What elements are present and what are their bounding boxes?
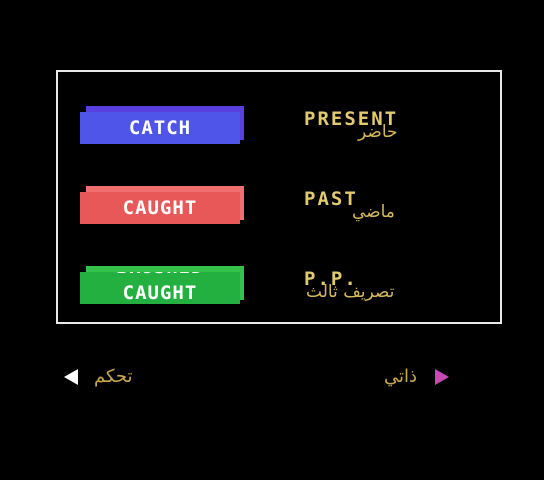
past-arabic-label: ماضي xyxy=(352,202,395,222)
pp-arabic-label: تصريف ثالث xyxy=(306,282,395,302)
present-verb-button[interactable]: CATCH xyxy=(80,112,240,144)
present-verb-card[interactable]: CATCH xyxy=(80,106,246,144)
past-verb-button[interactable]: CAUGHT xyxy=(80,192,240,224)
control-label: تحكم xyxy=(94,366,133,387)
past-verb-label: CAUGHT xyxy=(122,197,198,219)
right-arrow-icon[interactable] xyxy=(435,368,450,385)
present-arabic-label: حاضر xyxy=(358,122,398,142)
auto-nav[interactable]: ذاتي xyxy=(384,366,450,387)
auto-label: ذاتي xyxy=(384,366,418,387)
pp-verb-top-label: BRUSHED xyxy=(116,272,203,280)
control-nav[interactable]: تحكم xyxy=(64,366,133,387)
pp-verb-button[interactable]: BRUSHED CAUGHT xyxy=(80,272,240,304)
past-tense-label: PAST xyxy=(304,188,358,210)
left-arrow-icon[interactable] xyxy=(64,368,78,385)
pp-verb-card[interactable]: BRUSHED CAUGHT xyxy=(80,266,246,304)
present-verb-label: CATCH xyxy=(128,117,192,139)
pp-verb-bottom-label: CAUGHT xyxy=(122,282,198,304)
past-verb-card[interactable]: CAUGHT xyxy=(80,186,246,224)
